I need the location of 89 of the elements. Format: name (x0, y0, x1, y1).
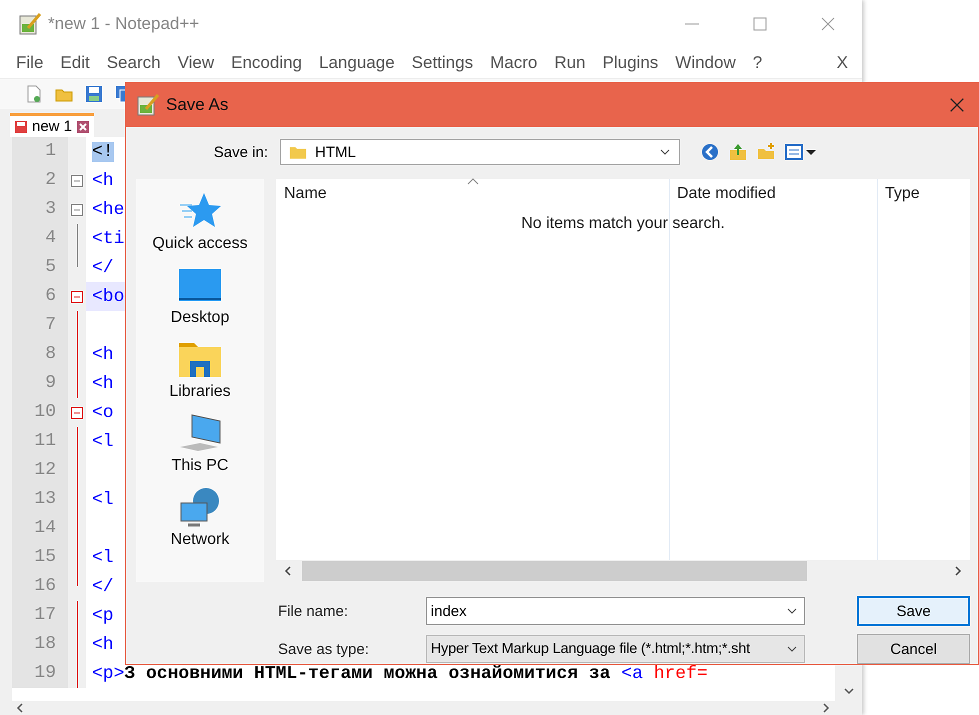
code-text: <p (92, 606, 114, 626)
line-number: 15 (12, 543, 68, 572)
line-number: 18 (12, 630, 68, 659)
line-number: 3 (12, 195, 68, 224)
menu-item[interactable]: Settings (412, 53, 474, 73)
code-text: <h (92, 170, 114, 190)
line-number: 11 (12, 427, 68, 456)
menu-item[interactable]: Edit (60, 53, 90, 73)
empty-message: No items match your search. (520, 215, 726, 233)
code-text: <l (92, 548, 114, 568)
code-text: <h (92, 344, 114, 364)
view-menu-icon[interactable] (784, 142, 818, 162)
places-item[interactable]: Libraries (169, 339, 231, 401)
back-icon[interactable] (700, 142, 720, 162)
code-text: <! (92, 142, 114, 162)
pc-icon (178, 413, 222, 453)
folder-icon (289, 144, 307, 160)
code-text: <ti (92, 228, 124, 248)
code-text: <h (92, 374, 114, 394)
code-text: </ (92, 258, 114, 278)
line-number: 7 (12, 311, 68, 340)
line-number: 16 (12, 572, 68, 601)
fold-end-line (76, 253, 78, 267)
fold-toggle-icon[interactable] (71, 174, 83, 186)
menu-item[interactable]: Search (106, 53, 161, 73)
save-as-type-label: Save as type: (278, 640, 370, 658)
menu-item[interactable]: Language (319, 53, 395, 73)
document-tab[interactable]: new 1 (10, 113, 94, 137)
line-number: 2 (12, 166, 68, 195)
window-title: *new 1 - Notepad++ (48, 14, 200, 34)
places-item[interactable]: Network (170, 487, 230, 549)
places-item[interactable]: Quick access (152, 191, 248, 253)
menu-item[interactable]: Macro (490, 53, 538, 73)
scrollbar-thumb[interactable] (302, 561, 807, 581)
fold-toggle-icon[interactable] (71, 204, 83, 216)
menu-item[interactable]: Plugins (602, 53, 658, 73)
close-document-button[interactable]: X (836, 53, 848, 73)
line-number: 9 (12, 369, 68, 398)
line-number: 8 (12, 340, 68, 369)
menu-item[interactable]: File (16, 53, 44, 73)
save-in-dropdown[interactable]: HTML (280, 139, 680, 165)
menu-item[interactable]: ? (752, 53, 762, 73)
close-tab-icon[interactable] (76, 120, 90, 134)
code-text: <o (92, 402, 114, 422)
code-text: <l (92, 432, 114, 452)
fold-line (76, 224, 78, 253)
line-number: 5 (12, 253, 68, 282)
line-number: 19 (12, 659, 68, 688)
file-name-field[interactable]: index (426, 597, 806, 625)
line-number: 12 (12, 456, 68, 485)
code-text: <he (92, 200, 124, 220)
menu-item[interactable]: Encoding (231, 53, 302, 73)
places-item[interactable]: This PC (172, 413, 228, 475)
code-text: </ (92, 576, 114, 596)
line-number: 1 (12, 137, 68, 166)
line-number: 10 (12, 398, 68, 427)
menu-item[interactable]: Window (675, 53, 736, 73)
line-number: 6 (12, 282, 68, 311)
code-text: <h (92, 634, 114, 654)
code-text: <bo (92, 286, 124, 306)
fold-toggle-icon[interactable] (71, 290, 83, 302)
up-folder-icon[interactable] (728, 142, 748, 162)
cancel-button[interactable]: Cancel (857, 634, 970, 664)
column-header[interactable]: Name (276, 179, 669, 209)
fold-toggle-icon[interactable] (71, 406, 83, 418)
fold-end-line (76, 572, 78, 586)
line-number: 14 (12, 514, 68, 543)
save-icon (14, 120, 28, 134)
menu-item[interactable]: Run (554, 53, 586, 73)
network-icon (178, 487, 222, 527)
line-number: 4 (12, 224, 68, 253)
dialog-title: Save As (166, 95, 228, 115)
save-button[interactable]: Save (857, 596, 970, 626)
save-icon[interactable] (84, 84, 104, 104)
code-text: <p>З основними HTML-тегами можна ознайомитися за <a href= (92, 664, 708, 684)
file-name-label: File name: (278, 602, 350, 620)
notepad-icon (18, 12, 42, 36)
column-header[interactable]: Date modified (669, 179, 877, 209)
save-in-label: Save in: (212, 144, 268, 160)
column-header[interactable]: Type (877, 179, 970, 209)
notepad-icon (136, 93, 160, 117)
save-as-type-dropdown[interactable]: Hyper Text Markup Language file (*.html;*.htm;*.sht (426, 635, 806, 663)
menu-item[interactable]: View (178, 53, 214, 73)
close-icon[interactable] (948, 96, 966, 114)
line-number: 13 (12, 485, 68, 514)
line-number: 17 (12, 601, 68, 630)
places-item[interactable]: Desktop (170, 265, 230, 327)
code-text: <l (92, 490, 114, 510)
sort-caret-icon (466, 177, 478, 185)
